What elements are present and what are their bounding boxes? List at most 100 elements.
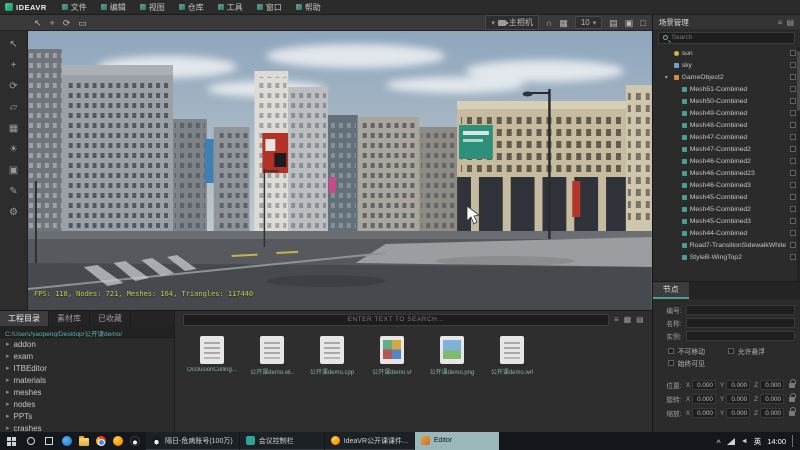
panel-options-icon[interactable]: ▤	[786, 18, 794, 27]
node-checkbox[interactable]	[790, 134, 796, 140]
node-checkbox[interactable]	[790, 98, 796, 104]
z-value-input[interactable]: 0.000	[760, 380, 784, 390]
scene-tree-item[interactable]: Mesh46-Combined2	[653, 155, 800, 167]
scene-tree-item[interactable]: Mesh44-Combined	[653, 227, 800, 239]
project-folder[interactable]: ▸ exam	[0, 350, 174, 362]
viewport-tool-icon[interactable]	[34, 16, 42, 30]
property-input[interactable]	[685, 330, 795, 341]
menu-item[interactable]: 帮助	[289, 0, 328, 14]
property-checkbox[interactable]: 允许悬浮	[727, 345, 788, 357]
node-checkbox[interactable]	[790, 182, 796, 188]
z-value-input[interactable]: 0.000	[760, 408, 784, 418]
scene-tree-item[interactable]: Mesh45-Combined2	[653, 203, 800, 215]
grid-view-icon[interactable]: ▦	[624, 315, 632, 324]
maximize-viewport-icon[interactable]	[640, 16, 645, 30]
taskbar-app-icon[interactable]	[109, 432, 126, 450]
menu-item[interactable]: 编辑	[94, 0, 133, 14]
viewport-tool-icon[interactable]	[50, 16, 55, 30]
language-indicator[interactable]: 英	[754, 436, 762, 447]
expand-arrow-icon[interactable]: ▸	[6, 376, 10, 384]
scene-tree-item[interactable]: Mesh45-Combined	[653, 191, 800, 203]
sidebar-tool-icon[interactable]	[6, 123, 22, 137]
menu-item[interactable]: 文件	[55, 0, 94, 14]
tray-expand-icon[interactable]: ^	[717, 438, 721, 447]
clock[interactable]: 14:00	[767, 437, 786, 446]
list-view-icon[interactable]: ▤	[636, 315, 644, 324]
node-checkbox[interactable]	[790, 194, 796, 200]
taskbar-app-icon[interactable]	[75, 432, 92, 450]
sidebar-tool-icon[interactable]	[6, 144, 22, 158]
expand-arrow-icon[interactable]: ▸	[6, 340, 10, 348]
task-view-icon[interactable]	[40, 432, 58, 450]
scene-tree-item[interactable]: Mesh51-Combined	[653, 83, 800, 95]
node-checkbox[interactable]	[790, 146, 796, 152]
expand-arrow-icon[interactable]: ▸	[6, 424, 10, 432]
node-checkbox[interactable]	[790, 158, 796, 164]
grid-size-dropdown[interactable]: 10 ▾	[574, 16, 603, 29]
sort-icon[interactable]: ≡	[614, 315, 619, 324]
node-checkbox[interactable]	[790, 122, 796, 128]
project-folder[interactable]: ▸ PPTs	[0, 410, 174, 422]
node-checkbox[interactable]	[790, 218, 796, 224]
scene-tree-item[interactable]: Road7-TransitionSidewalkWhite	[653, 239, 800, 251]
asset-file[interactable]: 公开课demo.wl..	[247, 336, 297, 432]
scene-search-box[interactable]	[657, 31, 795, 44]
project-folder[interactable]: ▸ materials	[0, 374, 174, 386]
sidebar-tool-icon[interactable]	[6, 207, 22, 221]
node-checkbox[interactable]	[790, 170, 796, 176]
project-folder[interactable]: ▸ nodes	[0, 398, 174, 410]
expand-arrow-icon[interactable]: ▸	[6, 388, 10, 396]
scene-tree-item[interactable]: Mesh47-Combined2	[653, 143, 800, 155]
lock-icon[interactable]	[789, 378, 796, 388]
menu-item[interactable]: 工具	[211, 0, 250, 14]
scene-tree-item[interactable]: Mesh49-Combined	[653, 107, 800, 119]
grid-toggle-icon[interactable]	[559, 16, 568, 30]
project-tab[interactable]: 素材库	[49, 311, 90, 326]
project-folder[interactable]: ▸ crashes	[0, 422, 174, 433]
camera-select-dropdown[interactable]: ▾ 主相机	[485, 15, 539, 30]
scene-tree-item[interactable]: Mesh50-Combined	[653, 95, 800, 107]
node-checkbox[interactable]	[790, 74, 796, 80]
sidebar-tool-icon[interactable]	[6, 60, 22, 74]
expand-arrow-icon[interactable]: ▸	[6, 352, 10, 360]
taskbar-app-icon[interactable]	[92, 432, 109, 450]
lock-icon[interactable]	[789, 406, 796, 416]
expand-arrow-icon[interactable]: ▸	[6, 364, 10, 372]
expander-icon[interactable]	[665, 74, 671, 81]
start-button[interactable]	[0, 432, 22, 450]
asset-file[interactable]: OcclusionCulling...	[187, 336, 237, 432]
taskbar-app-icon[interactable]	[126, 432, 143, 450]
scene-tree-item[interactable]: Mesh46-Combined3	[653, 179, 800, 191]
scene-tree-item[interactable]: GameObject2	[653, 71, 800, 83]
taskbar-window-button[interactable]: 隔日-危病账号(100万)	[146, 432, 239, 450]
scene-tree-item[interactable]: sky	[653, 59, 800, 71]
y-value-input[interactable]: 0.000	[726, 394, 751, 404]
expand-arrow-icon[interactable]: ▸	[6, 400, 10, 408]
node-checkbox[interactable]	[790, 50, 796, 56]
node-checkbox[interactable]	[790, 206, 796, 212]
project-folder[interactable]: ▸ addon	[0, 338, 174, 350]
taskbar-window-button[interactable]: Editor	[414, 432, 499, 450]
viewport-tool-icon[interactable]	[78, 16, 87, 30]
sidebar-tool-icon[interactable]	[6, 81, 22, 95]
menu-item[interactable]: 窗口	[250, 0, 289, 14]
snap-toggle-icon[interactable]	[546, 16, 552, 30]
scene-search-input[interactable]	[671, 34, 790, 41]
layout-toggle-icon[interactable]	[625, 16, 634, 30]
sidebar-tool-icon[interactable]	[6, 165, 22, 179]
sidebar-tool-icon[interactable]	[6, 102, 22, 116]
sidebar-tool-icon[interactable]	[6, 186, 22, 200]
scene-tree-item[interactable]: Mesh46-Combined23	[653, 167, 800, 179]
x-value-input[interactable]: 0.000	[691, 394, 716, 404]
z-value-input[interactable]: 0.000	[760, 394, 784, 404]
scene-tree-item[interactable]: StyleB-WingTop2	[653, 251, 800, 263]
node-checkbox[interactable]	[790, 86, 796, 92]
volume-icon[interactable]: ◄	[741, 438, 748, 445]
project-tab[interactable]: 已收藏	[90, 311, 131, 326]
stats-toggle-icon[interactable]	[609, 16, 618, 30]
property-checkbox[interactable]: 不可移动	[667, 345, 728, 357]
tab-node[interactable]: 节点	[652, 282, 689, 299]
viewport-3d[interactable]: FPS: 118, Nodes: 721, Meshes: 164, Trian…	[28, 31, 652, 310]
scene-tree-item[interactable]: Mesh48-Combined	[653, 119, 800, 131]
taskbar-window-button[interactable]: IdeaVR公开课课件...	[324, 432, 414, 450]
